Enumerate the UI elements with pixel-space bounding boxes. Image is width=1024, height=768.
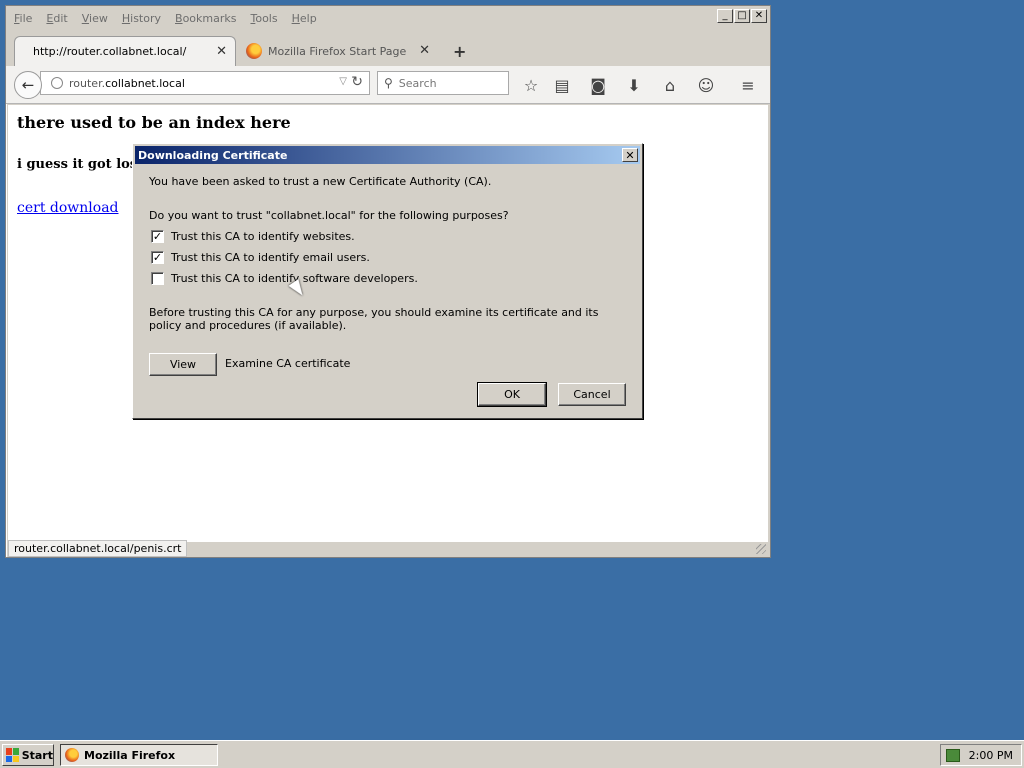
dialog-close-button[interactable]: ✕ [622,148,638,162]
bookmarks-list-icon[interactable]: ▤ [551,74,573,96]
home-icon[interactable]: ⌂ [659,74,681,96]
minimize-button[interactable]: _ [717,9,733,23]
tab-label: http://router.collabnet.local/ [33,45,187,58]
start-label: Start [21,748,53,762]
tab-start-page[interactable]: Mozilla Firefox Start Page ✕ [238,36,438,66]
search-input[interactable]: ⚲ Search [377,71,509,95]
page-heading: there used to be an index here [17,113,291,132]
trust-websites-checkbox[interactable]: ✓ [151,230,164,243]
menu-edit[interactable]: Edit [46,12,67,25]
start-button[interactable]: Start [2,744,54,766]
reload-icon[interactable]: ↻ [351,74,363,90]
taskbar-label: Mozilla Firefox [84,748,176,762]
navigation-toolbar: router.collabnet.local ▽ ↻ ← ⚲ Search ☆ … [6,66,770,104]
menu-icon[interactable]: ≡ [737,74,759,96]
dialog-title: Downloading Certificate [138,148,288,162]
resize-grip[interactable] [756,544,766,554]
window-controls: _ □ ✕ [717,9,767,23]
url-bar[interactable]: router.collabnet.local ▽ ↻ [40,71,370,95]
close-window-button[interactable]: ✕ [751,9,767,23]
url-dropdown-icon[interactable]: ▽ [339,76,347,87]
close-tab-icon[interactable]: ✕ [419,43,430,58]
dialog-intro: You have been asked to trust a new Certi… [149,175,492,188]
dialog-question: Do you want to trust "collabnet.local" f… [149,209,509,222]
status-text: router.collabnet.local/penis.crt [14,542,182,555]
view-certificate-label: Examine CA certificate [225,357,351,370]
system-tray: 2:00 PM [940,744,1022,766]
pocket-icon[interactable]: ◙ [587,74,609,96]
trust-email-label: Trust this CA to identify email users. [171,251,370,264]
trust-email-checkbox[interactable]: ✓ [151,251,164,264]
menubar: File Edit View History Bookmarks Tools H… [6,6,770,30]
globe-icon [51,77,63,89]
menu-view[interactable]: View [82,12,108,25]
trust-developers-checkbox[interactable] [151,272,164,285]
cancel-button[interactable]: Cancel [558,383,626,406]
cert-download-link[interactable]: cert download [17,200,119,216]
tab-router[interactable]: http://router.collabnet.local/ ✕ [14,36,236,66]
bookmark-star-icon[interactable]: ☆ [520,74,542,96]
view-certificate-button[interactable]: View [149,353,217,376]
ok-button[interactable]: OK [477,382,547,407]
taskbar: Start Mozilla Firefox 2:00 PM [0,740,1024,768]
trust-websites-option[interactable]: ✓ Trust this CA to identify websites. [151,230,355,243]
firefox-icon [65,748,79,762]
trust-email-option[interactable]: ✓ Trust this CA to identify email users. [151,251,370,264]
menu-help[interactable]: Help [292,12,317,25]
trust-websites-label: Trust this CA to identify websites. [171,230,355,243]
menu-bookmarks[interactable]: Bookmarks [175,12,236,25]
dialog-warning: Before trusting this CA for any purpose,… [149,306,599,332]
menu-tools[interactable]: Tools [250,12,277,25]
dialog-titlebar: Downloading Certificate ✕ [135,146,640,164]
download-icon[interactable]: ⬇ [623,74,645,96]
trust-developers-option[interactable]: Trust this CA to identify software devel… [151,272,418,285]
tab-label: Mozilla Firefox Start Page [268,44,407,58]
page-subheading: i guess it got lost [17,157,144,172]
taskbar-firefox-button[interactable]: Mozilla Firefox [60,744,218,766]
url-text: router.collabnet.local [69,76,185,90]
back-arrow-icon: ← [21,76,35,94]
firefox-icon [246,43,262,59]
windows-logo-icon [6,748,19,762]
close-tab-icon[interactable]: ✕ [216,44,227,59]
status-bar: router.collabnet.local/penis.crt [8,540,188,557]
menu-history[interactable]: History [122,12,161,25]
certificate-dialog: Downloading Certificate ✕ You have been … [132,143,643,419]
clock[interactable]: 2:00 PM [969,749,1013,762]
search-placeholder: Search [398,76,437,90]
new-tab-icon[interactable]: + [453,42,466,61]
back-button[interactable]: ← [14,71,42,99]
hello-icon[interactable]: ☺ [695,74,717,96]
network-icon[interactable] [946,749,960,762]
menu-file[interactable]: File [14,12,32,25]
search-icon: ⚲ [384,76,393,90]
tab-strip: http://router.collabnet.local/ ✕ Mozilla… [6,30,770,66]
maximize-button[interactable]: □ [734,9,750,23]
